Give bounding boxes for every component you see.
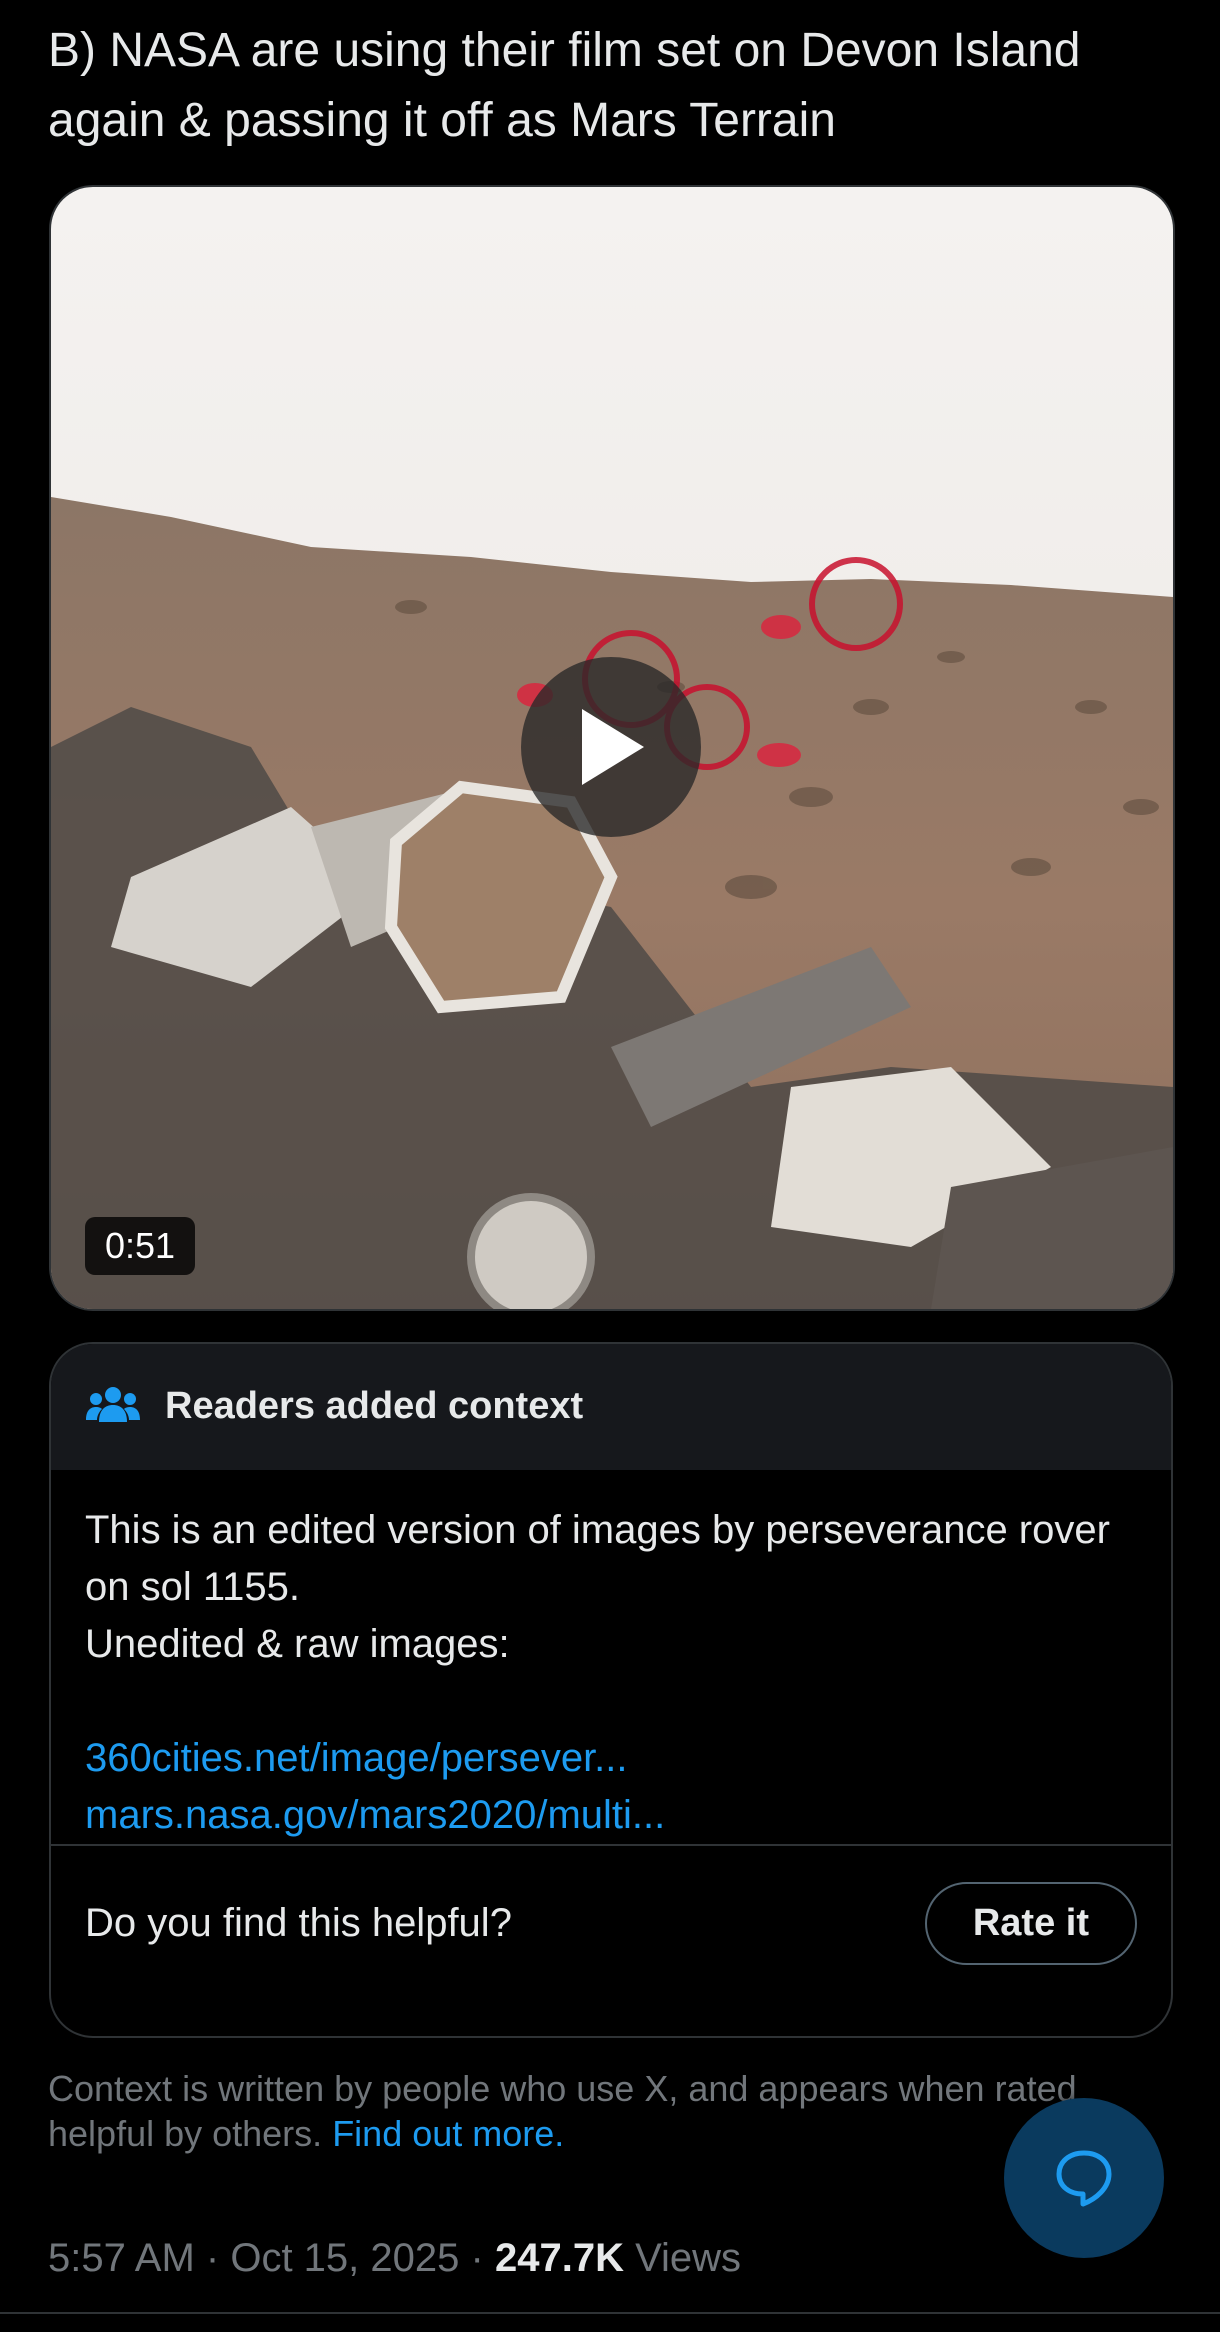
people-icon xyxy=(86,1387,140,1422)
play-icon xyxy=(582,709,644,785)
community-note-body: This is an edited version of images by p… xyxy=(51,1470,1171,1844)
views-count: 247.7K xyxy=(494,2236,624,2280)
reply-fab-button[interactable] xyxy=(1004,2098,1164,2258)
separator: · xyxy=(205,2236,220,2280)
find-out-more-link[interactable]: Find out more. xyxy=(332,2113,564,2154)
divider xyxy=(0,2312,1220,2314)
source-link-360cities[interactable]: 360cities.net/image/persever... xyxy=(85,1730,1137,1787)
community-note-text: This is an edited version of images by p… xyxy=(85,1508,1110,1609)
context-disclaimer: Context is written by people who use X, … xyxy=(48,2066,1168,2156)
community-note-text-2: Unedited & raw images: xyxy=(85,1622,510,1666)
tweet-date[interactable]: Oct 15, 2025 xyxy=(230,2236,459,2280)
play-button[interactable] xyxy=(521,657,701,837)
separator: · xyxy=(470,2236,484,2280)
tweet-meta: 5:57 AM · Oct 15, 2025 · 247.7K Views xyxy=(48,2236,741,2281)
community-note-header: Readers added context xyxy=(51,1344,1171,1470)
community-note-footer: Do you find this helpful? Rate it xyxy=(51,1844,1171,2000)
community-note-title: Readers added context xyxy=(165,1384,584,1427)
views-label: Views xyxy=(635,2236,742,2280)
tweet-time[interactable]: 5:57 AM xyxy=(48,2236,195,2280)
source-link-nasa[interactable]: mars.nasa.gov/mars2020/multi... xyxy=(85,1787,1137,1844)
chat-bubble-icon xyxy=(1056,2150,1112,2207)
helpful-question: Do you find this helpful? xyxy=(85,1900,512,1945)
tweet-text: B) NASA are using their film set on Devo… xyxy=(48,24,1081,147)
community-note-card: Readers added context This is an edited … xyxy=(49,1342,1173,2038)
rate-it-button[interactable]: Rate it xyxy=(924,1881,1137,1965)
video-duration: 0:51 xyxy=(85,1217,196,1275)
video-player[interactable]: 0:51 xyxy=(49,185,1175,1311)
